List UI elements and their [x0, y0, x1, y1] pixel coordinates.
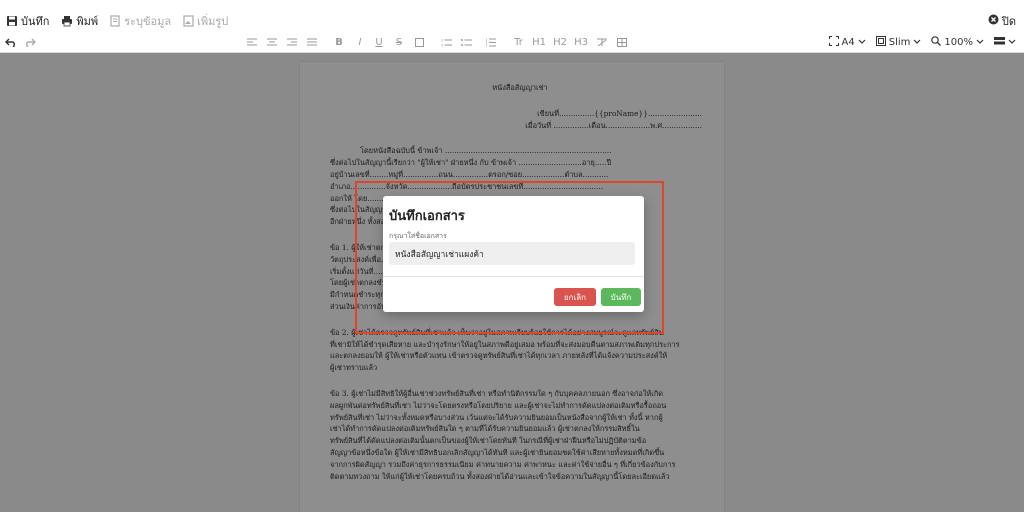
- italic-icon[interactable]: I: [354, 34, 366, 50]
- save-document-dialog: บันทึกเอกสาร กรุณาใส่ชื่อเอกสาร ยกเลิก บ…: [383, 196, 644, 312]
- toolbar-page-settings: A4 Slim 100%: [828, 34, 1016, 50]
- save-button-label: บันทึก: [21, 15, 50, 28]
- document-name-input[interactable]: [389, 242, 635, 265]
- chevron-down-icon: [976, 37, 984, 48]
- undo-icon[interactable]: [5, 34, 17, 50]
- document-edit-icon: [110, 15, 121, 27]
- align-justify-icon[interactable]: [306, 34, 318, 50]
- document-line: และตกลงยอมให้ ผู้ให้เช่าหรือตัวแทน เข้าต…: [330, 351, 668, 361]
- document-line: ผู้เช่าทราบแล้ว: [330, 363, 378, 373]
- document-line: เขียนที่...............{{proName}}......…: [537, 108, 702, 118]
- close-circle-icon: [988, 14, 999, 28]
- indent-icon[interactable]: [485, 34, 497, 50]
- align-right-icon[interactable]: [286, 34, 298, 50]
- heading-2-button[interactable]: H2: [553, 34, 567, 50]
- svg-text:2: 2: [441, 43, 443, 47]
- zoom-select[interactable]: 100%: [931, 35, 984, 49]
- margin-value: Slim: [888, 36, 911, 48]
- heading-3-button[interactable]: H3: [574, 34, 588, 50]
- editor-toolbar: บันทึก พิมพ์ ระบุข้อมูล เพิ่มรูป ปิด B I…: [0, 0, 1024, 53]
- document-line: เช่าได้ทำการดัดแปลงต่อเติมทรัพย์สินใด ๆ …: [330, 424, 640, 434]
- toolbar-primary-row: บันทึก พิมพ์ ระบุข้อมูล เพิ่มรูป: [6, 12, 228, 30]
- ordered-list-icon[interactable]: 12: [440, 34, 452, 50]
- magnifier-icon: [931, 35, 942, 49]
- page-size-value: A4: [841, 36, 855, 48]
- dialog-title: บันทึกเอกสาร: [389, 209, 465, 224]
- dialog-divider: [383, 276, 644, 277]
- expand-icon: [828, 35, 839, 49]
- document-line: ซึ่งต่อไปในสัญญานี้เรียกว่า "ผู้ให้เช่า"…: [330, 158, 612, 168]
- page-size-select[interactable]: A4: [828, 35, 866, 49]
- print-button-label: พิมพ์: [76, 15, 99, 28]
- floppy-disk-icon: [6, 15, 18, 27]
- document-name-label: กรุณาใส่ชื่อเอกสาร: [389, 232, 447, 240]
- close-button[interactable]: ปิด: [988, 12, 1016, 30]
- document-line: จากการผิดสัญญา รวมถึงค่าธุรการธรรมเนียม …: [330, 459, 676, 469]
- heading-1-button[interactable]: H1: [532, 34, 546, 50]
- confirm-save-button[interactable]: บันทึก: [601, 288, 641, 306]
- underline-icon[interactable]: U: [373, 34, 385, 50]
- display-icon: [994, 36, 1005, 48]
- clear-format-icon[interactable]: [596, 34, 608, 50]
- document-line: ทรัพย์สินที่เช่า ไม่ว่าจะทั้งหมดหรือบางส…: [330, 412, 663, 422]
- bold-icon[interactable]: B: [333, 34, 345, 50]
- save-button[interactable]: บันทึก: [6, 12, 49, 30]
- specify-data-button[interactable]: ระบุข้อมูล: [110, 12, 171, 30]
- align-center-icon[interactable]: [266, 34, 278, 50]
- document-line: ข้อ 3. ผู้เช่าไม่มีสิทธิให้ผู้อื่นเช่าช่…: [330, 388, 664, 398]
- svg-text:1: 1: [441, 38, 443, 42]
- specify-data-label: ระบุข้อมูล: [124, 15, 172, 28]
- document-line: ผลผูกพันต่อทรัพย์สินที่เช่า ไม่ว่าจะโดยต…: [330, 400, 667, 410]
- page-layout-icon: [875, 35, 886, 49]
- document-line: โดยหนังสือฉบับนี้ ข้าพเจ้า .............…: [360, 146, 612, 156]
- document-line: ติดตามทวงถาม ให้แก่ผู้ให้เช่าโดยครบถ้วน …: [330, 471, 670, 481]
- add-image-button[interactable]: เพิ่มรูป: [183, 12, 228, 30]
- align-left-icon[interactable]: [246, 34, 258, 50]
- document-title: หนังสือสัญญาเช่า: [492, 83, 548, 92]
- view-options-select[interactable]: [994, 36, 1016, 48]
- margin-select[interactable]: Slim: [875, 35, 922, 49]
- cancel-button[interactable]: ยกเลิก: [554, 288, 596, 306]
- image-icon: [183, 15, 194, 27]
- text-format-icon[interactable]: Tr: [512, 34, 525, 50]
- document-line: เมื่อวันที่ ...............เดือน........…: [525, 120, 702, 130]
- document-line: ที่เช่ามิให้ได้ชำรุดเสียหาย และบำรุงรักษ…: [330, 339, 680, 349]
- box-icon[interactable]: [413, 34, 425, 50]
- document-line: ทรัพย์สินที่ได้ดัดแปลงต่อเติมนั้นตกเป็นข…: [330, 436, 647, 446]
- chevron-down-icon: [858, 37, 866, 48]
- chevron-down-icon: [913, 37, 921, 48]
- table-icon[interactable]: [616, 34, 628, 50]
- bullet-list-icon[interactable]: [460, 34, 472, 50]
- print-button[interactable]: พิมพ์: [61, 12, 98, 30]
- printer-icon: [61, 15, 73, 27]
- document-line: สัญญาข้อหนึ่งข้อใด ผู้ให้เช่ามีสิทธิบอกเ…: [330, 447, 665, 457]
- strikethrough-icon[interactable]: S: [393, 34, 405, 50]
- document-line: อยู่บ้านเลขที่........หมู่ที่...........…: [330, 169, 609, 179]
- redo-icon[interactable]: [24, 34, 36, 50]
- close-label: ปิด: [1001, 15, 1016, 28]
- chevron-down-icon: [1008, 37, 1016, 48]
- add-image-label: เพิ่มรูป: [197, 15, 229, 28]
- zoom-value: 100%: [944, 36, 973, 48]
